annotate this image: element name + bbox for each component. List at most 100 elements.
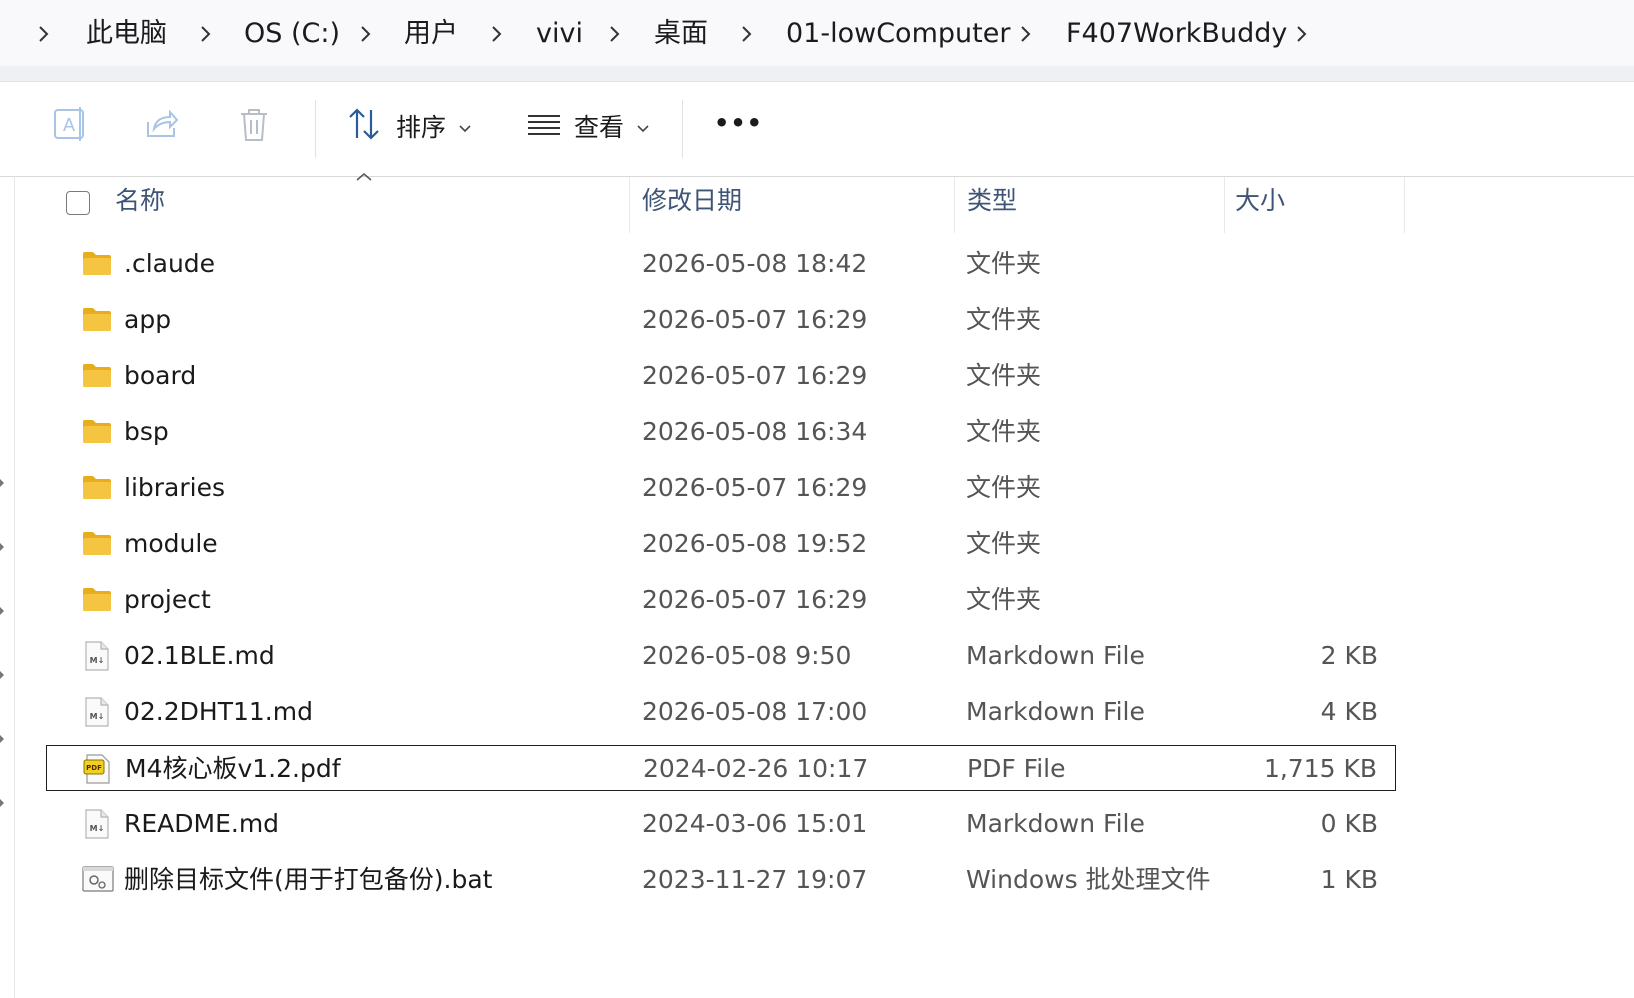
file-name: 02.2DHT11.md	[124, 697, 313, 726]
file-type: Windows 批处理文件	[966, 865, 1211, 894]
folder-icon	[82, 305, 112, 333]
chevron-right-icon[interactable]	[1016, 24, 1036, 44]
nav-chevron-icon[interactable]	[0, 472, 4, 487]
breadcrumb-item-drive[interactable]: OS (C:)	[244, 14, 340, 54]
file-name: app	[124, 305, 172, 334]
chevron-right-icon[interactable]	[34, 24, 54, 44]
file-modified: 2026-05-07 16:29	[642, 305, 868, 334]
file-modified: 2026-05-08 16:34	[642, 417, 868, 446]
batch-file-icon	[82, 865, 114, 893]
breadcrumb-item-current-folder[interactable]: F407WorkBuddy	[1066, 14, 1287, 54]
toolbar-divider	[315, 100, 316, 158]
folder-icon	[82, 249, 112, 277]
file-row[interactable]: .claude 2026-05-08 18:42 文件夹	[46, 241, 1396, 287]
folder-icon	[82, 585, 112, 613]
nav-chevron-icon[interactable]	[0, 600, 4, 615]
file-size: 1,715 KB	[1263, 754, 1377, 783]
view-label: 查看	[574, 113, 625, 142]
chevron-down-icon	[459, 125, 471, 133]
chevron-right-icon[interactable]	[605, 24, 625, 44]
file-row-selected[interactable]: PDF M4核心板v1.2.pdf 2024-02-26 10:17 PDF F…	[46, 745, 1396, 791]
column-divider[interactable]	[1224, 177, 1225, 233]
breadcrumb-item-this-pc[interactable]: 此电脑	[86, 14, 167, 54]
chevron-right-icon[interactable]	[737, 24, 757, 44]
nav-chevron-icon[interactable]	[0, 664, 4, 679]
more-options-button[interactable]: •••	[712, 102, 762, 152]
folder-icon	[82, 529, 112, 557]
sort-ascending-icon	[356, 173, 372, 181]
breadcrumb-item-desktop[interactable]: 桌面	[654, 14, 708, 54]
list-view-icon	[528, 115, 560, 135]
file-modified: 2026-05-07 16:29	[642, 585, 868, 614]
column-header-type[interactable]: 类型	[967, 183, 1017, 219]
view-button[interactable]: 查看	[526, 102, 656, 152]
delete-button[interactable]	[236, 102, 272, 152]
nav-chevron-icon[interactable]	[0, 536, 4, 551]
column-divider[interactable]	[1404, 177, 1405, 233]
chevron-right-icon[interactable]	[1292, 24, 1312, 44]
markdown-file-icon: M↓	[82, 697, 112, 727]
rename-button[interactable]: A	[52, 102, 88, 152]
svg-text:PDF: PDF	[86, 764, 102, 772]
breadcrumb-item-user[interactable]: vivi	[536, 14, 583, 54]
pdf-file-icon: PDF	[83, 754, 113, 784]
column-header-modified[interactable]: 修改日期	[642, 183, 742, 219]
file-modified: 2024-03-06 15:01	[642, 809, 868, 838]
file-name: .claude	[124, 249, 216, 278]
file-row[interactable]: board 2026-05-07 16:29 文件夹	[46, 353, 1396, 399]
chevron-right-icon[interactable]	[487, 24, 507, 44]
file-row[interactable]: project 2026-05-07 16:29 文件夹	[46, 577, 1396, 623]
file-row[interactable]: M↓ 02.1BLE.md 2026-05-08 9:50 Markdown F…	[46, 633, 1396, 679]
file-size: 0 KB	[1320, 809, 1378, 838]
file-modified: 2026-05-08 18:42	[642, 249, 868, 278]
column-divider[interactable]	[629, 177, 630, 233]
chevron-down-icon	[637, 125, 649, 133]
command-bar: A 排序 查看 •••	[0, 82, 1634, 177]
file-name: M4核心板v1.2.pdf	[125, 754, 341, 783]
file-modified: 2026-05-08 17:00	[642, 697, 868, 726]
file-row[interactable]: 删除目标文件(用于打包备份).bat 2023-11-27 19:07 Wind…	[46, 857, 1396, 903]
file-row[interactable]: module 2026-05-08 19:52 文件夹	[46, 521, 1396, 567]
file-modified: 2026-05-07 16:29	[642, 361, 868, 390]
markdown-file-icon: M↓	[82, 809, 112, 839]
file-row[interactable]: libraries 2026-05-07 16:29 文件夹	[46, 465, 1396, 511]
select-all-checkbox[interactable]	[66, 191, 90, 215]
folder-icon	[82, 417, 112, 445]
nav-chevron-icon[interactable]	[0, 792, 4, 807]
file-row[interactable]: M↓ 02.2DHT11.md 2026-05-08 17:00 Markdow…	[46, 689, 1396, 735]
chevron-right-icon[interactable]	[356, 24, 376, 44]
markdown-file-icon: M↓	[82, 641, 112, 671]
file-row[interactable]: M↓ README.md 2024-03-06 15:01 Markdown F…	[46, 801, 1396, 847]
file-size: 2 KB	[1320, 641, 1378, 670]
sort-label: 排序	[396, 113, 447, 142]
file-name: project	[124, 585, 211, 614]
chevron-right-icon[interactable]	[196, 24, 216, 44]
column-header-name[interactable]: 名称	[115, 183, 165, 219]
file-modified: 2023-11-27 19:07	[642, 865, 868, 894]
file-type: 文件夹	[966, 585, 1042, 614]
folder-icon	[82, 473, 112, 501]
file-row[interactable]: bsp 2026-05-08 16:34 文件夹	[46, 409, 1396, 455]
file-name: bsp	[124, 417, 169, 446]
file-modified: 2026-05-08 9:50	[642, 641, 852, 670]
address-bar-band	[0, 66, 1634, 81]
column-divider[interactable]	[954, 177, 955, 233]
file-modified: 2026-05-08 19:52	[642, 529, 868, 558]
file-row[interactable]: app 2026-05-07 16:29 文件夹	[46, 297, 1396, 343]
trash-icon	[241, 109, 267, 141]
file-size: 4 KB	[1320, 697, 1378, 726]
file-type: 文件夹	[966, 249, 1042, 278]
file-name: libraries	[124, 473, 225, 502]
rename-icon: A	[54, 107, 84, 141]
share-icon	[147, 109, 179, 137]
column-header-size[interactable]: 大小	[1235, 183, 1285, 219]
column-header-row: 名称 修改日期 类型 大小	[15, 173, 1634, 233]
breadcrumb-item-low-computer[interactable]: 01-lowComputer	[786, 14, 1010, 54]
file-modified: 2026-05-07 16:29	[642, 473, 868, 502]
share-button[interactable]	[144, 102, 180, 152]
nav-chevron-icon[interactable]	[0, 728, 4, 743]
file-type: Markdown File	[966, 697, 1145, 726]
svg-text:M↓: M↓	[90, 712, 105, 721]
sort-button[interactable]: 排序	[346, 102, 476, 152]
breadcrumb-item-users[interactable]: 用户	[404, 14, 458, 54]
